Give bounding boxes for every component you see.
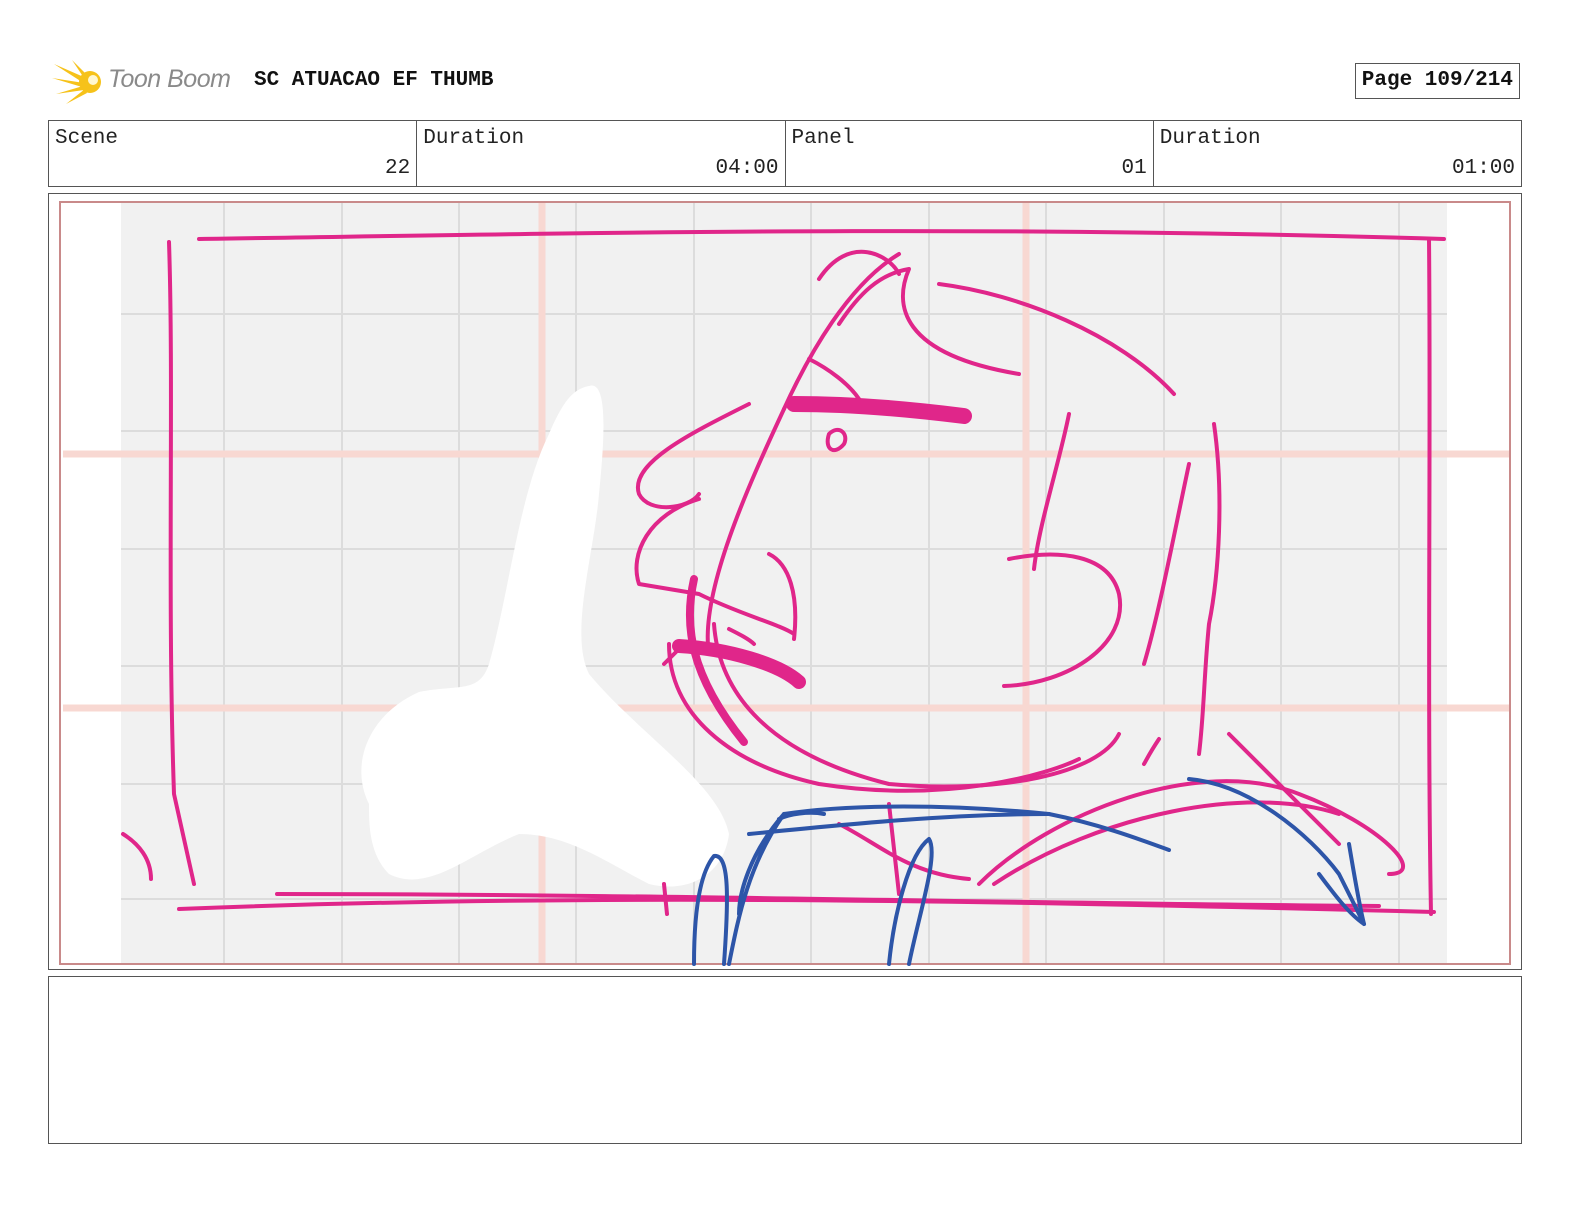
page-number: Page 109/214: [1354, 63, 1520, 99]
panel-value: 01: [1121, 157, 1147, 180]
storyboard-panel[interactable]: [48, 193, 1522, 970]
scene-label: Scene: [55, 127, 119, 150]
scene-info-table: Scene 22 Duration 04:00 Panel 01 Duratio…: [48, 120, 1522, 187]
scene-value: 22: [385, 157, 411, 180]
document-title: SC ATUACAO EF THUMB: [254, 69, 494, 92]
toon-boom-star-icon: [52, 60, 101, 104]
scene-duration-cell: Duration 04:00: [416, 121, 784, 186]
panel-duration-value: 01:00: [1451, 157, 1515, 180]
page-header: Toon Boom SC ATUACAO EF THUMB Page 109/2…: [48, 56, 1522, 108]
panel-label: Panel: [791, 127, 855, 150]
panel-cell: Panel 01: [784, 121, 1153, 186]
panel-duration-cell: Duration 01:00: [1152, 121, 1521, 186]
logo-text: Toon Boom: [108, 65, 231, 93]
toon-boom-logo: Toon Boom: [52, 56, 252, 108]
panel-notes-area[interactable]: [48, 976, 1522, 1144]
panel-duration-label: Duration: [1159, 127, 1261, 150]
scene-cell: Scene 22: [49, 121, 416, 186]
panel-sketch: [59, 201, 1511, 966]
scene-duration-value: 04:00: [715, 157, 779, 180]
scene-duration-label: Duration: [423, 127, 525, 150]
